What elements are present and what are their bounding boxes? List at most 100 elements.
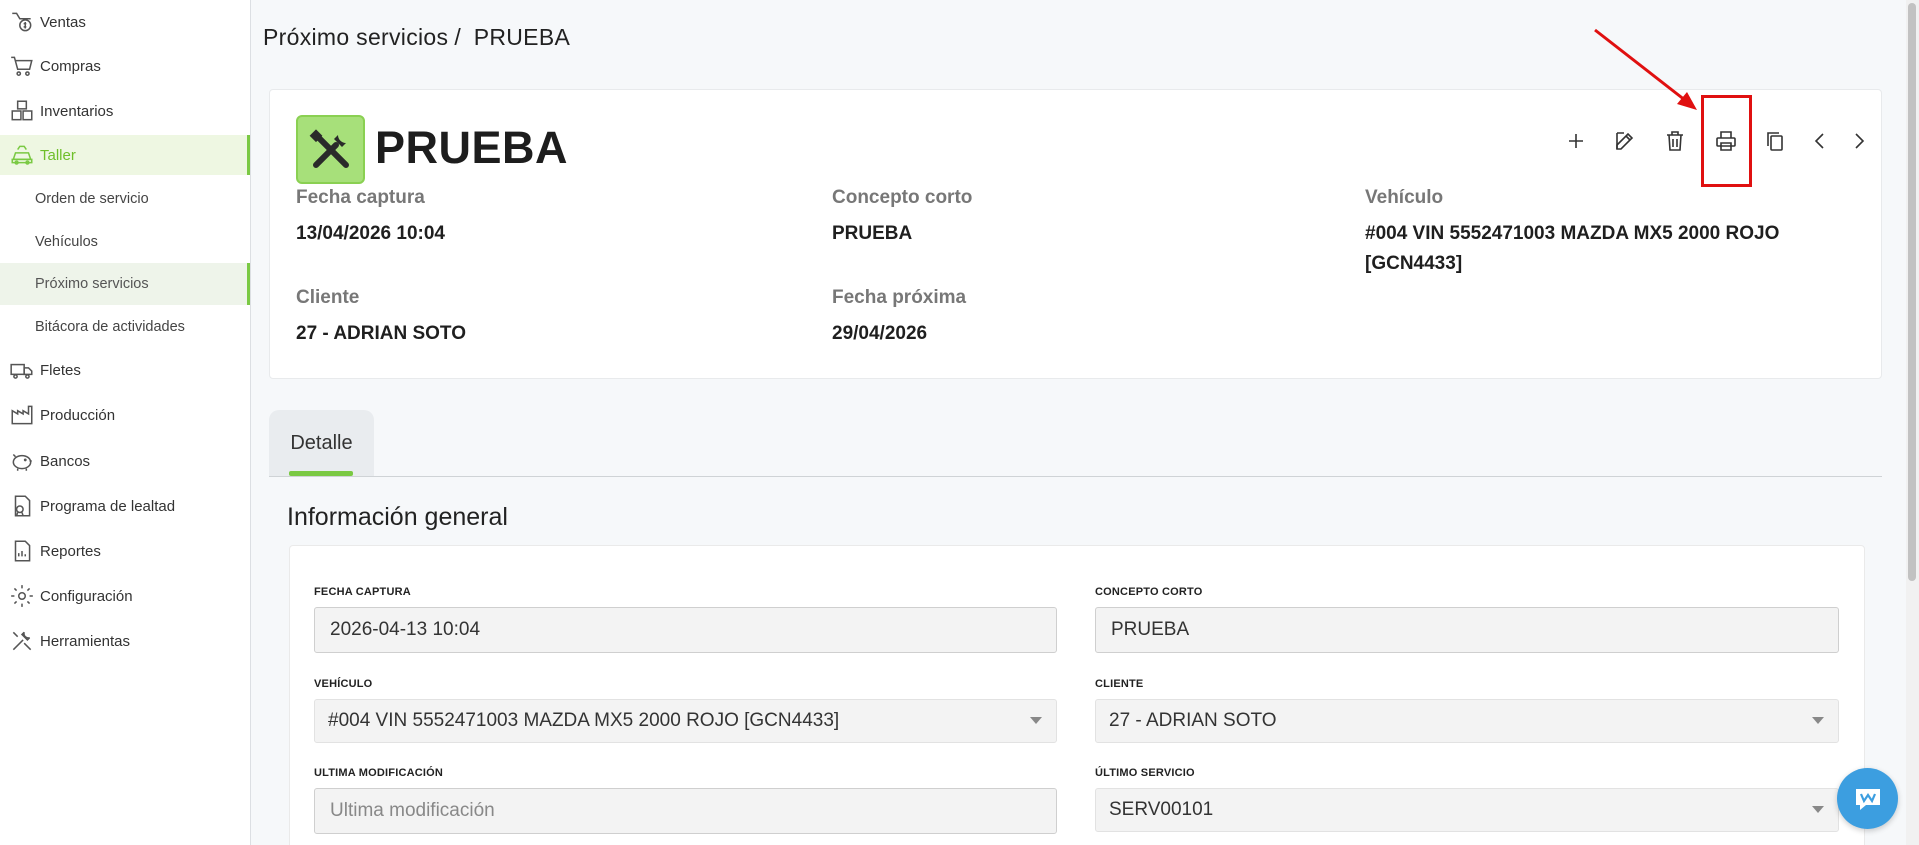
field-value: 27 - ADRIAN SOTO <box>296 323 466 344</box>
sidebar-item-label: Programa de lealtad <box>40 497 176 515</box>
sidebar-item-programa-de-lealtad[interactable]: Programa de lealtad <box>0 486 250 526</box>
subitem-label: Orden de servicio <box>35 191 149 207</box>
section-title: Información general <box>287 503 508 531</box>
ultimo-servicio-select[interactable]: SERV00101 <box>1095 788 1839 832</box>
subitem-bitacora-de-actividades[interactable]: Bitácora de actividades <box>0 306 250 348</box>
field-value: PRUEBA <box>832 223 913 244</box>
chevron-left-icon <box>1814 133 1824 149</box>
sidebar-item-label: Ventas <box>40 13 86 31</box>
cliente-select[interactable]: 27 - ADRIAN SOTO <box>1095 699 1839 743</box>
breadcrumb-separator: / <box>454 24 462 50</box>
delete-button[interactable] <box>1654 120 1696 162</box>
sidebar-item-label: Compras <box>40 57 101 75</box>
sidebar-item-label: Taller <box>40 146 76 164</box>
sidebar-item-produccion[interactable]: Producción <box>0 395 250 435</box>
record-title: PRUEBA <box>375 122 569 173</box>
field-label: Cliente <box>296 287 360 308</box>
field-label: Vehículo <box>1365 187 1444 208</box>
breadcrumb-current: PRUEBA <box>473 24 571 50</box>
sidebar-item-fletes[interactable]: Fletes <box>0 350 250 390</box>
sidebar: Ventas Compras Inventarios Taller Orden … <box>0 0 251 845</box>
edit-icon <box>1616 132 1634 150</box>
chat-button[interactable] <box>1837 768 1898 829</box>
sidebar-item-label: Inventarios <box>40 102 114 120</box>
fecha-captura-input[interactable]: 2026-04-13 10:04 <box>314 607 1057 653</box>
label-fecha-captura: FECHA CAPTURA <box>314 586 411 598</box>
subitem-vehiculos[interactable]: Vehículos <box>0 221 250 263</box>
workshop-tools-icon <box>296 115 365 184</box>
boxes-icon <box>8 97 36 125</box>
tab-detalle[interactable]: Detalle <box>269 410 374 476</box>
car-workshop-icon <box>8 141 36 169</box>
piggy-bank-icon <box>8 447 36 475</box>
field-vehiculo: Vehículo #004 VIN 5552471003 MAZDA MX5 2… <box>1365 187 1835 279</box>
sidebar-item-label: Configuración <box>40 587 133 605</box>
subitem-label: Próximo servicios <box>35 276 149 292</box>
field-value: 29/04/2026 <box>832 323 928 344</box>
sidebar-item-taller[interactable]: Taller <box>0 135 250 175</box>
sidebar-item-reportes[interactable]: Reportes <box>0 531 250 571</box>
previous-button[interactable] <box>1799 120 1841 162</box>
subitem-orden-de-servicio[interactable]: Orden de servicio <box>0 178 250 220</box>
sidebar-item-compras[interactable]: Compras <box>0 46 250 86</box>
edit-button[interactable] <box>1604 120 1646 162</box>
report-icon <box>8 537 36 565</box>
sidebar-item-bancos[interactable]: Bancos <box>0 441 250 481</box>
label-cliente: CLIENTE <box>1095 678 1144 690</box>
field-value: 13/04/2026 10:04 <box>296 223 445 244</box>
field-fecha-proxima: Fecha próxima 29/04/2026 <box>832 287 966 349</box>
scrollbar[interactable] <box>1906 0 1919 845</box>
sidebar-item-inventarios[interactable]: Inventarios <box>0 91 250 131</box>
annotation-arrow-icon <box>1594 28 1697 110</box>
breadcrumb-parent[interactable]: Próximo servicios <box>263 24 448 50</box>
add-icon <box>1569 134 1583 148</box>
copy-button[interactable] <box>1754 120 1796 162</box>
scrollbar-thumb[interactable] <box>1908 3 1916 581</box>
sidebar-item-ventas[interactable]: Ventas <box>0 2 250 42</box>
sidebar-item-label: Bancos <box>40 452 91 470</box>
gear-icon <box>8 582 36 610</box>
next-button[interactable] <box>1838 120 1880 162</box>
sidebar-item-herramientas[interactable]: Herramientas <box>0 621 250 661</box>
sidebar-item-label: Herramientas <box>40 632 131 650</box>
tab-label: Detalle <box>290 431 353 454</box>
tabs-divider <box>269 476 1882 477</box>
copy-icon <box>1767 132 1783 151</box>
label-vehiculo: VEHÍCULO <box>314 678 373 690</box>
breadcrumb: Próximo servicios / PRUEBA <box>263 24 576 51</box>
sidebar-item-label: Reportes <box>40 542 101 560</box>
chevron-down-icon <box>1812 806 1824 813</box>
field-concepto-corto: Concepto corto PRUEBA <box>832 187 972 249</box>
field-label: Concepto corto <box>832 187 973 208</box>
add-button[interactable] <box>1555 120 1597 162</box>
cart-icon <box>8 52 36 80</box>
chevron-right-icon <box>1855 133 1865 149</box>
field-label: Fecha próxima <box>832 287 967 308</box>
chevron-down-icon <box>1812 717 1824 724</box>
sidebar-item-label: Producción <box>40 406 116 424</box>
loyalty-icon <box>8 492 36 520</box>
label-concepto-corto: CONCEPTO CORTO <box>1095 586 1203 598</box>
cliente-select-value: 27 - ADRIAN SOTO <box>1109 710 1277 731</box>
label-ultimo-servicio: ÚLTIMO SERVICIO <box>1095 767 1195 779</box>
ultimo-servicio-select-value: SERV00101 <box>1109 799 1214 820</box>
sidebar-item-configuracion[interactable]: Configuración <box>0 576 250 616</box>
chevron-down-icon <box>1030 717 1042 724</box>
field-label: Fecha captura <box>296 187 425 208</box>
chat-icon <box>1855 788 1880 810</box>
factory-icon <box>8 401 36 429</box>
field-fecha-captura: Fecha captura 13/04/2026 10:04 <box>296 187 445 249</box>
ultima-modificacion-input[interactable]: Ultima modificación <box>314 788 1057 834</box>
subitem-proximo-servicios[interactable]: Próximo servicios <box>0 263 250 305</box>
vehiculo-select-value: #004 VIN 5552471003 MAZDA MX5 2000 ROJO … <box>328 710 840 731</box>
label-ultima-modificacion: ULTIMA MODIFICACIÓN <box>314 767 444 779</box>
field-value: #004 VIN 5552471003 MAZDA MX5 2000 ROJO … <box>1365 223 1780 274</box>
subitem-label: Bitácora de actividades <box>35 319 185 335</box>
vehiculo-select[interactable]: #004 VIN 5552471003 MAZDA MX5 2000 ROJO … <box>314 699 1057 743</box>
sidebar-item-label: Fletes <box>40 361 81 379</box>
concepto-corto-input[interactable]: PRUEBA <box>1095 607 1839 653</box>
sales-icon <box>8 8 36 36</box>
subitem-label: Vehículos <box>35 234 98 250</box>
tools-icon <box>8 627 36 655</box>
field-cliente: Cliente 27 - ADRIAN SOTO <box>296 287 466 349</box>
